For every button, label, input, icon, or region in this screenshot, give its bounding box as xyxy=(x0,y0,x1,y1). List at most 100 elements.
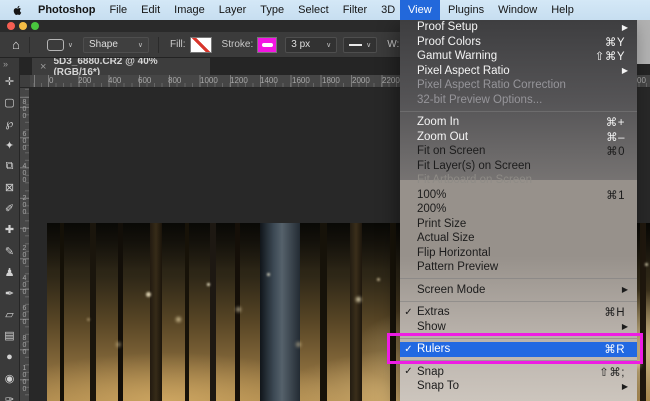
ruler-tick-label: 1600 xyxy=(292,76,310,85)
menu-item-label: Gamut Warning xyxy=(417,50,498,63)
menubar-item-select[interactable]: Select xyxy=(291,0,336,20)
tool-preset-icon[interactable] xyxy=(46,38,64,51)
menu-item-200-[interactable]: 200% xyxy=(400,202,637,217)
menu-item-100-[interactable]: 100% ⌘1 xyxy=(400,188,637,203)
menu-item-label: Screen Mode xyxy=(417,283,486,296)
tool-mode-select[interactable]: Shape ∨ xyxy=(82,36,149,53)
menu-item-label: Actual Size xyxy=(417,232,475,245)
menubar-item-help[interactable]: Help xyxy=(544,0,581,20)
ruler-tick-label: 400 xyxy=(108,76,122,85)
menubar-item-window[interactable]: Window xyxy=(491,0,544,20)
menubar-item-3d[interactable]: 3D xyxy=(374,0,400,20)
apple-menu-icon[interactable] xyxy=(0,0,31,20)
menu-item-fit-layer-s-on-screen[interactable]: Fit Layer(s) on Screen xyxy=(400,159,637,174)
zoom-window-button[interactable] xyxy=(31,22,39,30)
menu-item-label: Proof Colors xyxy=(417,35,481,48)
menu-item-gamut-warning[interactable]: Gamut Warning ⇧⌘Y xyxy=(400,49,637,64)
menu-item-zoom-in[interactable]: Zoom In ⌘+ xyxy=(400,115,637,130)
collapse-panel-icon[interactable]: » xyxy=(0,58,19,71)
menu-item-snap[interactable]: ✓ Snap ⇧⌘; xyxy=(400,365,637,380)
stroke-width-select[interactable]: 3 px ∨ xyxy=(285,36,338,53)
quick-selection-tool[interactable]: ✦ xyxy=(0,135,19,156)
marquee-tool[interactable]: ▢ xyxy=(0,92,19,113)
menubar-item-image[interactable]: Image xyxy=(167,0,212,20)
menu-item-label: 32-bit Preview Options... xyxy=(417,93,543,106)
large-tree-trunk xyxy=(260,223,300,401)
gradient-tool[interactable]: ▤ xyxy=(0,325,19,346)
pen-tool[interactable]: ✑ xyxy=(0,389,19,401)
menu-item-pixel-aspect-ratio-correction[interactable]: Pixel Aspect Ratio Correction xyxy=(400,78,637,93)
move-tool[interactable]: ✛ xyxy=(0,71,19,92)
dodge-tool[interactable]: ◉ xyxy=(0,368,19,389)
menu-item-fit-artboard-on-screen[interactable]: Fit Artboard on Screen xyxy=(400,173,637,188)
ruler-tick-label: 1200 xyxy=(230,76,248,85)
stroke-swatch[interactable] xyxy=(257,36,278,53)
ruler-tick-label: 6 0 0 xyxy=(22,305,27,326)
menu-item-screen-mode[interactable]: Screen Mode ▶ xyxy=(400,283,637,298)
menubar-item-view[interactable]: View xyxy=(400,0,440,20)
menu-item-show[interactable]: Show ▶ xyxy=(400,320,637,335)
ruler-tick-label: 8 0 0 xyxy=(22,335,27,356)
menu-item-fit-on-screen[interactable]: Fit on Screen ⌘0 xyxy=(400,144,637,159)
ruler-tick-label: 1000 xyxy=(200,76,218,85)
fill-swatch[interactable] xyxy=(189,36,212,53)
menu-item-shortcut: ⌘Y xyxy=(604,36,625,49)
menu-item-label: Fit on Screen xyxy=(417,145,486,158)
menu-item-label: Show xyxy=(417,320,446,333)
menu-item-proof-colors[interactable]: Proof Colors ⌘Y xyxy=(400,35,637,50)
menubar-item-file[interactable]: File xyxy=(102,0,134,20)
menu-item-zoom-out[interactable]: Zoom Out ⌘– xyxy=(400,130,637,145)
menu-item-label: Print Size xyxy=(417,217,467,230)
menu-item-pattern-preview[interactable]: Pattern Preview xyxy=(400,260,637,275)
menu-item-label: Snap xyxy=(417,365,444,378)
close-tab-icon[interactable]: × xyxy=(40,61,46,73)
close-window-button[interactable] xyxy=(7,22,15,30)
submenu-arrow-icon: ▶ xyxy=(621,285,628,295)
menu-item-flip-horizontal[interactable]: Flip Horizontal xyxy=(400,246,637,261)
menu-item-actual-size[interactable]: Actual Size xyxy=(400,231,637,246)
blur-tool[interactable]: ● xyxy=(0,346,19,367)
chevron-down-icon: ∨ xyxy=(326,41,332,49)
tool-mode-value: Shape xyxy=(88,39,118,50)
menu-item-label: Fit Layer(s) on Screen xyxy=(417,159,531,172)
menubar-item-plugins[interactable]: Plugins xyxy=(441,0,491,20)
menubar-item-type[interactable]: Type xyxy=(253,0,291,20)
menubar-item-layer[interactable]: Layer xyxy=(212,0,254,20)
history-brush-tool[interactable]: ✒ xyxy=(0,283,19,304)
background-window-edge xyxy=(637,20,650,64)
menu-item-proof-setup[interactable]: Proof Setup ▶ xyxy=(400,20,637,35)
menubar-item-photoshop[interactable]: Photoshop xyxy=(31,0,102,20)
chevron-down-icon[interactable]: ∨ xyxy=(68,41,73,49)
home-icon[interactable]: ⌂ xyxy=(12,38,20,51)
frame-tool[interactable]: ⊠ xyxy=(0,177,19,198)
width-label: W: xyxy=(387,39,400,50)
minimize-window-button[interactable] xyxy=(19,22,27,30)
crop-tool[interactable]: ⧉ xyxy=(0,156,19,177)
lasso-tool[interactable]: ℘ xyxy=(0,113,19,134)
healing-brush-tool[interactable]: ✚ xyxy=(0,219,19,240)
checkmark-icon: ✓ xyxy=(404,366,413,378)
eyedropper-tool[interactable]: ✐ xyxy=(0,198,19,219)
menu-item-extras[interactable]: ✓ Extras ⌘H xyxy=(400,305,637,320)
menu-item-pixel-aspect-ratio[interactable]: Pixel Aspect Ratio ▶ xyxy=(400,64,637,79)
menu-item-32-bit-preview-options-[interactable]: 32-bit Preview Options... xyxy=(400,93,637,108)
ruler-tick-label: 1800 xyxy=(322,76,340,85)
menubar-item-edit[interactable]: Edit xyxy=(134,0,167,20)
ruler-tick-label: 4 0 0 xyxy=(22,163,27,184)
menubar-item-filter[interactable]: Filter xyxy=(336,0,374,20)
ruler-tick-label: 2 0 0 xyxy=(22,245,27,266)
divider xyxy=(157,36,159,53)
menu-item-print-size[interactable]: Print Size xyxy=(400,217,637,232)
menu-item-snap-to[interactable]: Snap To ▶ xyxy=(400,379,637,394)
menu-separator xyxy=(400,297,637,305)
ruler-tick-label: 2000 xyxy=(352,76,370,85)
menu-item-label: Zoom Out xyxy=(417,130,469,143)
clone-stamp-tool[interactable]: ♟ xyxy=(0,262,19,283)
eraser-tool[interactable]: ▱ xyxy=(0,304,19,325)
stroke-type-select[interactable]: ∨ xyxy=(343,36,378,53)
ruler-tick-label: 00 xyxy=(637,76,646,85)
vertical-ruler[interactable]: 8 0 0 6 0 0 4 0 0 2 0 0 0 2 0 0 4 0 0 6 0 0 8 0 … xyxy=(20,88,30,401)
document-tab[interactable]: × 5D3_6880.CR2 @ 40% (RGB/16*) xyxy=(32,56,210,78)
ruler-tick-label: 200 xyxy=(78,76,92,85)
brush-tool[interactable]: ✎ xyxy=(0,241,19,262)
